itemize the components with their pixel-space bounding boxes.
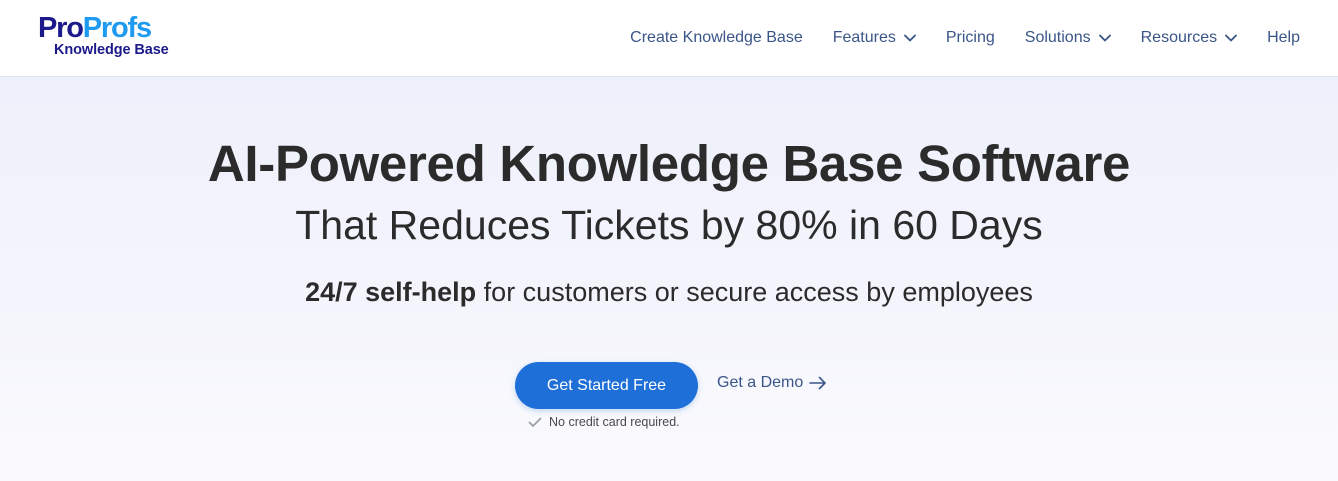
- nav-item-label: Pricing: [945, 29, 995, 46]
- hero-headline: AI-Powered Knowledge Base Software: [207, 135, 1131, 192]
- nav-item-label: Solutions: [1024, 29, 1091, 46]
- hero-section: AI-Powered Knowledge Base Software That …: [0, 77, 1338, 481]
- logo-wordmark: ProProfs: [38, 12, 152, 44]
- nav-item-solutions[interactable]: Solutions: [1025, 29, 1111, 47]
- get-started-free-button[interactable]: Get Started Free: [515, 362, 698, 409]
- hero-tagline-rest: for customers or secure access by employ…: [476, 277, 1033, 307]
- chevron-down-icon: [1225, 34, 1237, 42]
- main-nav: Create Knowledge Base Features Pricing S…: [630, 0, 1300, 76]
- logo-product-name: Knowledge Base: [54, 42, 169, 58]
- nav-item-create-knowledge-base[interactable]: Create Knowledge Base: [630, 29, 803, 47]
- nav-item-features[interactable]: Features: [833, 29, 916, 47]
- nav-item-label: Features: [832, 29, 896, 46]
- chevron-down-icon: [903, 34, 916, 42]
- hero-subheadline: That Reduces Tickets by 80% in 60 Days: [295, 202, 1043, 248]
- check-icon: [528, 417, 542, 427]
- get-a-demo-link[interactable]: Get a Demo: [717, 374, 827, 392]
- nav-item-pricing[interactable]: Pricing: [946, 29, 995, 47]
- nav-item-label: Resources: [1140, 29, 1218, 46]
- chevron-down-icon: [1098, 34, 1111, 42]
- no-credit-card-note: No credit card required.: [528, 415, 680, 429]
- hero-tagline: 24/7 self-help for customers or secure a…: [0, 277, 1338, 308]
- nav-item-label: Help: [1267, 29, 1300, 46]
- arrow-right-icon: [809, 376, 827, 390]
- cta-row: Get Started Free Get a Demo: [0, 362, 1338, 410]
- nav-item-label: Create Knowledge Base: [630, 29, 803, 46]
- nav-item-help[interactable]: Help: [1267, 29, 1300, 47]
- nav-item-resources[interactable]: Resources: [1141, 29, 1237, 47]
- site-header: ProProfs Knowledge Base Create Knowledge…: [0, 0, 1338, 77]
- no-credit-card-text: No credit card required.: [549, 415, 680, 429]
- get-a-demo-label: Get a Demo: [717, 374, 804, 391]
- hero-tagline-bold: 24/7 self-help: [305, 277, 477, 307]
- proprofs-logo[interactable]: ProProfs Knowledge Base: [38, 14, 178, 64]
